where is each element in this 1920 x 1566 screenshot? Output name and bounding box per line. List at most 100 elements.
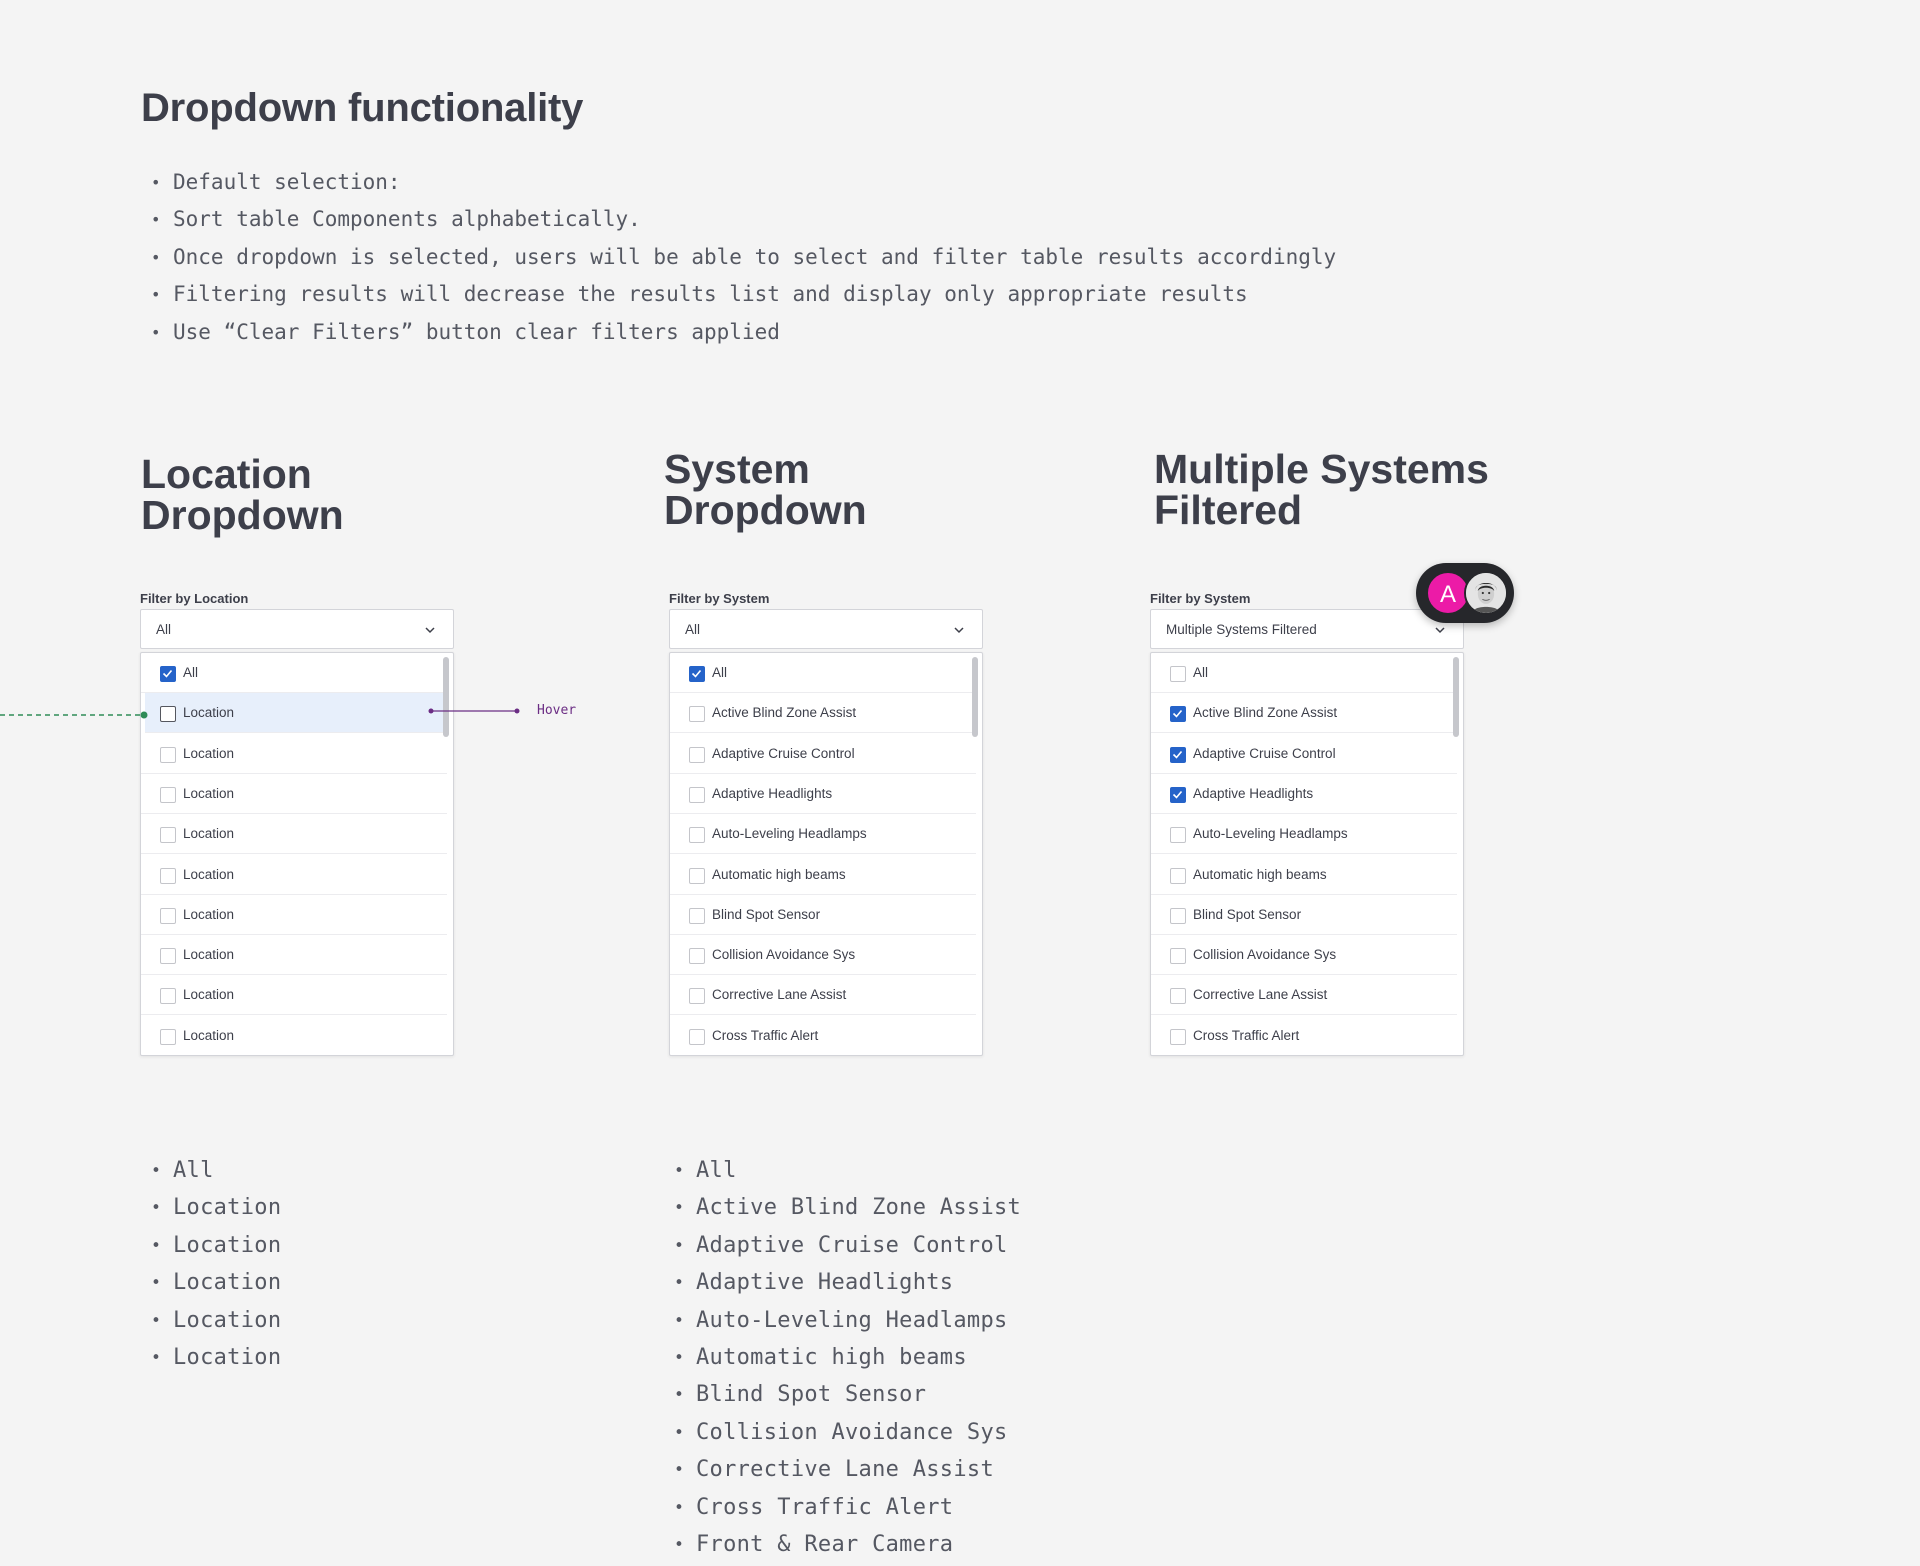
checkbox[interactable] xyxy=(689,786,705,803)
option-row[interactable]: Blind Spot Sensor xyxy=(1151,895,1457,935)
checkbox-checked[interactable] xyxy=(160,666,176,682)
multiple-systems-title: Multiple Systems Filtered xyxy=(1154,446,1489,533)
list-item: All xyxy=(141,1152,281,1190)
list-item: Auto-Leveling Headlamps xyxy=(664,1302,1021,1340)
checkbox[interactable] xyxy=(689,988,705,1005)
location-select[interactable]: All xyxy=(140,609,454,649)
option-row[interactable]: Corrective Lane Assist xyxy=(670,975,976,1016)
checkbox[interactable] xyxy=(689,827,705,844)
checkbox[interactable] xyxy=(689,867,705,884)
option-row[interactable]: Active Blind Zone Assist xyxy=(670,693,976,734)
system-dropdown-title: System Dropdown xyxy=(664,446,867,533)
option-row[interactable]: All xyxy=(670,653,976,693)
checkbox[interactable] xyxy=(1170,948,1186,965)
option-row[interactable]: Active Blind Zone Assist xyxy=(1151,693,1457,734)
checkbox[interactable] xyxy=(160,746,176,763)
check-icon xyxy=(1172,790,1183,799)
option-row[interactable]: Blind Spot Sensor xyxy=(670,895,976,935)
checkbox[interactable] xyxy=(1170,1028,1186,1045)
option-row[interactable]: Adaptive Headlights xyxy=(670,774,976,814)
multiple-systems-select[interactable]: Multiple Systems Filtered xyxy=(1150,609,1464,649)
check-icon xyxy=(1172,710,1183,718)
option-row[interactable]: Location xyxy=(141,975,447,1016)
scrollbar-thumb[interactable] xyxy=(1453,657,1459,737)
scrollbar-thumb[interactable] xyxy=(972,657,978,737)
check-icon xyxy=(691,669,702,678)
option-row[interactable]: Location xyxy=(141,734,447,774)
list-item: Active Blind Zone Assist xyxy=(664,1189,1021,1227)
multiple-systems-options-list[interactable]: All Active Blind Zone Assist Adaptive Crui… xyxy=(1150,652,1464,1056)
checkbox[interactable] xyxy=(160,1028,176,1045)
option-label: Automatic high beams xyxy=(1193,866,1327,882)
select-value: Multiple Systems Filtered xyxy=(1166,622,1317,637)
checkbox[interactable] xyxy=(1170,867,1186,884)
checkbox[interactable] xyxy=(689,1028,705,1045)
option-row[interactable]: Location xyxy=(141,1016,447,1055)
chevron-down-icon xyxy=(1435,627,1445,634)
option-label: Adaptive Headlights xyxy=(1193,785,1314,801)
option-row[interactable]: Location xyxy=(141,814,447,855)
checkbox[interactable] xyxy=(1170,907,1186,924)
option-row[interactable]: Auto-Leveling Headlamps xyxy=(1151,814,1457,855)
avatar-photo[interactable] xyxy=(1464,571,1508,615)
checkbox-checked[interactable] xyxy=(1170,786,1186,803)
checkbox[interactable] xyxy=(160,786,176,803)
checkbox[interactable] xyxy=(160,948,176,965)
option-row[interactable]: Adaptive Cruise Control xyxy=(1151,734,1457,774)
option-row[interactable]: Adaptive Cruise Control xyxy=(670,734,976,774)
page-title: Dropdown functionality xyxy=(141,86,584,130)
checkbox[interactable] xyxy=(160,867,176,884)
option-row[interactable]: Automatic high beams xyxy=(1151,855,1457,895)
user-photo-icon xyxy=(1466,573,1506,613)
option-label: Auto-Leveling Headlamps xyxy=(1193,826,1348,842)
option-row[interactable]: Corrective Lane Assist xyxy=(1151,975,1457,1016)
list-item: Default selection: xyxy=(141,164,1336,202)
list-item: Location xyxy=(141,1264,281,1302)
system-options-list[interactable]: All Active Blind Zone Assist Adaptive Crui… xyxy=(669,652,983,1056)
checkbox[interactable] xyxy=(1170,988,1186,1005)
option-row[interactable]: Adaptive Headlights xyxy=(1151,774,1457,814)
checkbox[interactable] xyxy=(160,988,176,1005)
option-row[interactable]: All xyxy=(141,653,447,693)
option-row[interactable]: Location xyxy=(141,855,447,895)
list-item: Front & Rear Camera xyxy=(664,1526,1021,1564)
annotation-dot xyxy=(140,711,148,719)
option-label: All xyxy=(183,665,199,680)
checkbox[interactable] xyxy=(689,907,705,924)
collaborator-avatars[interactable]: A xyxy=(1416,563,1514,623)
checkbox-checked[interactable] xyxy=(1170,706,1186,723)
option-label: Blind Spot Sensor xyxy=(712,906,821,922)
checkbox[interactable] xyxy=(1170,666,1186,682)
checkbox[interactable] xyxy=(160,827,176,844)
option-label: Location xyxy=(183,906,235,922)
option-label: Location xyxy=(183,866,235,882)
checkbox[interactable] xyxy=(689,706,705,723)
option-row[interactable]: Cross Traffic Alert xyxy=(670,1016,976,1055)
option-label: Collision Avoidance Sys xyxy=(712,947,856,963)
list-item: Adaptive Headlights xyxy=(664,1264,1021,1302)
location-dropdown-title: Location Dropdown xyxy=(141,451,344,538)
option-row[interactable]: Location xyxy=(141,774,447,814)
checkbox[interactable] xyxy=(689,746,705,763)
option-row[interactable]: Collision Avoidance Sys xyxy=(670,935,976,976)
option-row[interactable]: Auto-Leveling Headlamps xyxy=(670,814,976,855)
checkbox[interactable] xyxy=(689,948,705,965)
filter-by-system-label: Filter by System xyxy=(669,591,770,606)
system-select[interactable]: All xyxy=(669,609,983,649)
option-label: Auto-Leveling Headlamps xyxy=(712,826,867,842)
location-values-list: AllLocationLocationLocationLocationLocat… xyxy=(141,1152,281,1377)
option-row[interactable]: Collision Avoidance Sys xyxy=(1151,935,1457,976)
option-row[interactable]: Location xyxy=(141,935,447,976)
list-item: Adaptive Cruise Control xyxy=(664,1227,1021,1265)
chevron-down-icon xyxy=(425,627,435,634)
option-row[interactable]: Location xyxy=(141,895,447,935)
checkbox-checked[interactable] xyxy=(1170,746,1186,763)
option-row[interactable]: Automatic high beams xyxy=(670,855,976,895)
option-row[interactable]: Cross Traffic Alert xyxy=(1151,1016,1457,1055)
checkbox[interactable] xyxy=(160,907,176,924)
option-label: Cross Traffic Alert xyxy=(712,1027,819,1043)
select-value: All xyxy=(156,622,172,637)
checkbox[interactable] xyxy=(1170,827,1186,844)
option-row[interactable]: All xyxy=(1151,653,1457,693)
checkbox-checked[interactable] xyxy=(689,666,705,682)
